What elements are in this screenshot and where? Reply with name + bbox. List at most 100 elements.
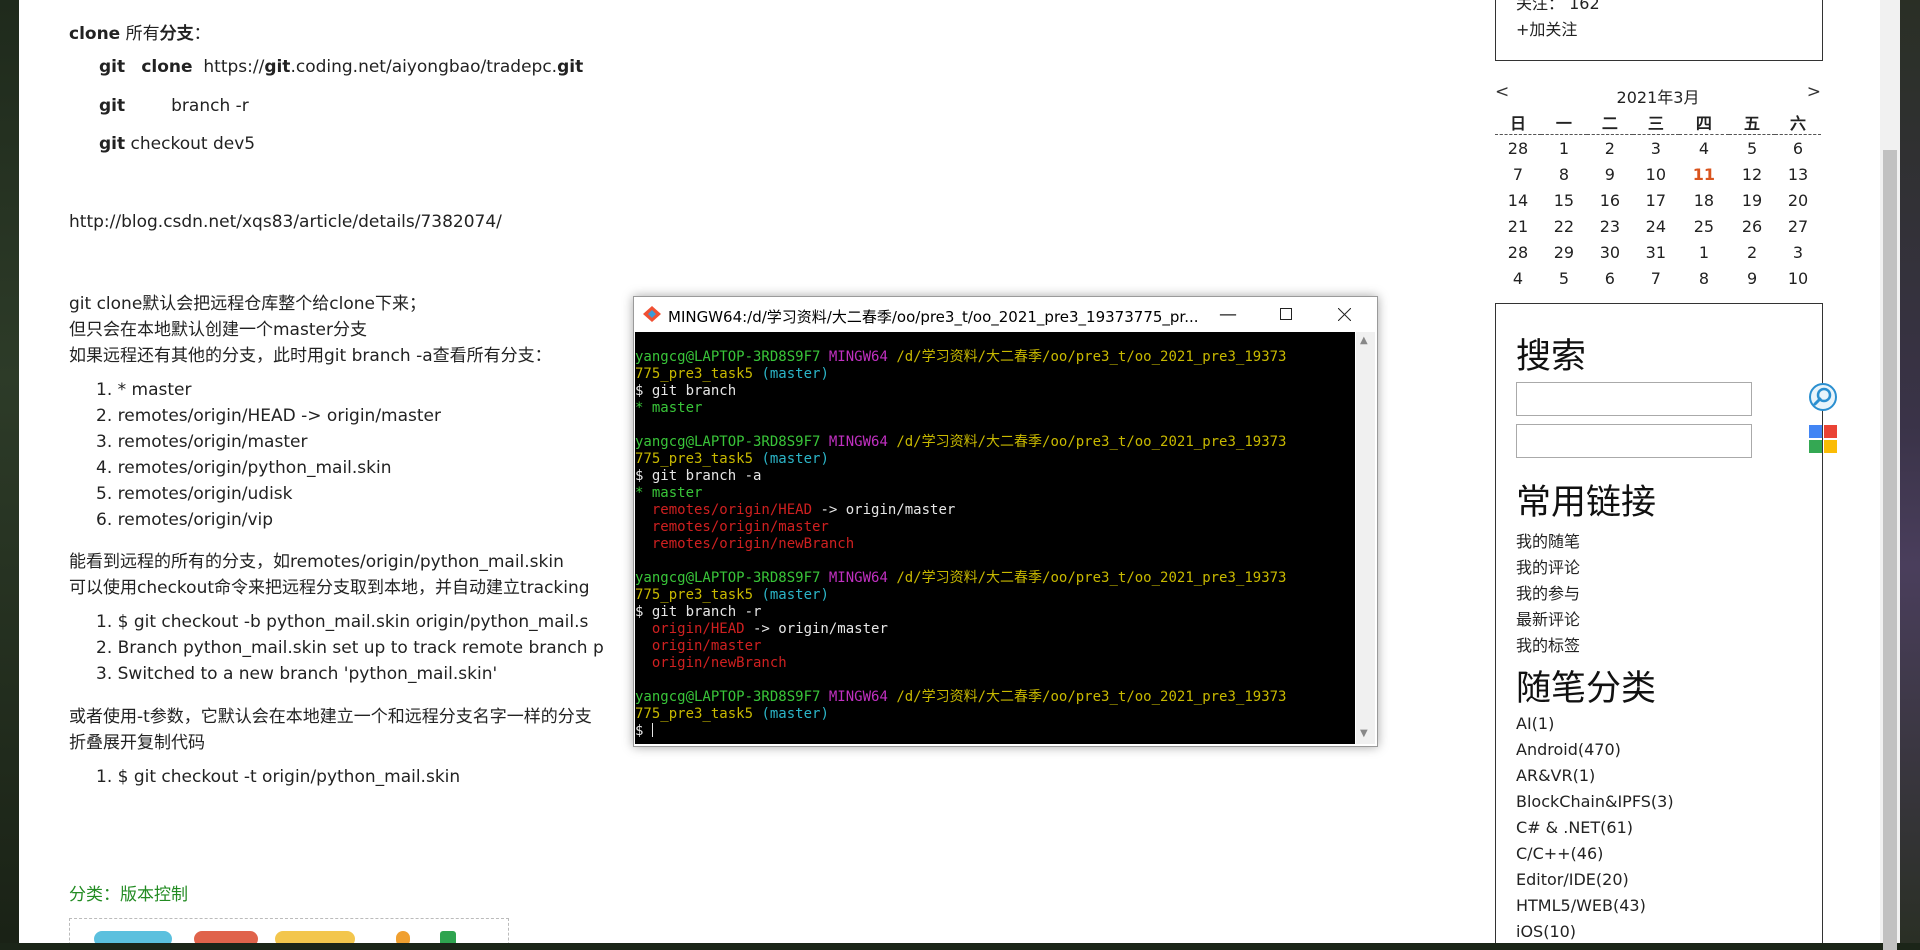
calendar-day[interactable]: 14 bbox=[1495, 187, 1541, 213]
calendar-day[interactable]: 21 bbox=[1495, 213, 1541, 239]
calendar-day[interactable]: 9 bbox=[1587, 161, 1633, 187]
calendar-day[interactable]: 11 bbox=[1679, 161, 1729, 187]
cmd-keyword: git bbox=[99, 96, 126, 116]
category-item[interactable]: C/C++(46) bbox=[1516, 844, 1603, 863]
prompt-branch: (master) bbox=[761, 587, 829, 603]
category-item[interactable]: AR&VR(1) bbox=[1516, 766, 1595, 785]
blog-page: clone 所有分支： git clone https://git.coding… bbox=[19, 0, 1880, 943]
cmd-url-part: .coding.net/aiyongbao/tradepc. bbox=[290, 57, 558, 77]
calendar-day[interactable]: 3 bbox=[1633, 135, 1679, 162]
google-search-input[interactable] bbox=[1516, 424, 1752, 458]
calendar-day[interactable]: 20 bbox=[1775, 187, 1821, 213]
terminal-scrollbar[interactable]: ▲ ▼ bbox=[1356, 332, 1375, 744]
category-item[interactable]: AI(1) bbox=[1516, 714, 1554, 733]
calendar-day[interactable]: 2 bbox=[1729, 239, 1775, 265]
calendar-day[interactable]: 8 bbox=[1679, 265, 1729, 291]
calendar-weekdays: 日一二三四五六 bbox=[1495, 110, 1821, 135]
calendar-day[interactable]: 7 bbox=[1633, 265, 1679, 291]
calendar-day[interactable]: 6 bbox=[1587, 265, 1633, 291]
link-latest-comments[interactable]: 最新评论 bbox=[1516, 606, 1580, 630]
prompt-line: yangcg@LAPTOP-3RD8S9F7 MINGW64 /d/学习资料/大… bbox=[635, 689, 1286, 706]
calendar-day[interactable]: 1 bbox=[1679, 239, 1729, 265]
calendar-day[interactable]: 10 bbox=[1633, 161, 1679, 187]
calendar-day[interactable]: 31 bbox=[1633, 239, 1679, 265]
calendar-day[interactable]: 28 bbox=[1495, 135, 1541, 162]
share-button[interactable] bbox=[194, 931, 258, 943]
share-icon[interactable] bbox=[396, 931, 410, 943]
browser-scrollbar[interactable] bbox=[1880, 0, 1900, 950]
minimize-button[interactable]: — bbox=[1199, 297, 1257, 331]
calendar-day[interactable]: 17 bbox=[1633, 187, 1679, 213]
calendar-day[interactable]: 15 bbox=[1541, 187, 1587, 213]
cmd-git-clone: git clone https://git.coding.net/aiyongb… bbox=[99, 57, 583, 77]
category-item[interactable]: Editor/IDE(20) bbox=[1516, 870, 1629, 889]
list-item: 6. remotes/origin/vip bbox=[96, 510, 274, 530]
prompt-line-cont: 775_pre3_task5 (master) bbox=[635, 587, 829, 604]
search-input[interactable] bbox=[1516, 382, 1752, 416]
share-buttons-box bbox=[69, 918, 509, 943]
remote-branch: remotes/origin/HEAD bbox=[651, 502, 813, 518]
maximize-button[interactable] bbox=[1257, 297, 1315, 331]
calendar-day[interactable]: 28 bbox=[1495, 239, 1541, 265]
terminal-screen[interactable]: yangcg@LAPTOP-3RD8S9F7 MINGW64 /d/学习资料/大… bbox=[635, 332, 1355, 744]
calendar-day[interactable]: 23 bbox=[1587, 213, 1633, 239]
prompt-path: 775_pre3_task5 bbox=[635, 451, 754, 467]
calendar-day[interactable]: 3 bbox=[1775, 239, 1821, 265]
category-link[interactable]: 版本控制 bbox=[120, 885, 188, 905]
share-button[interactable] bbox=[94, 931, 172, 943]
close-button[interactable] bbox=[1315, 297, 1373, 331]
category-item[interactable]: HTML5/WEB(43) bbox=[1516, 896, 1646, 915]
category-item[interactable]: Android(470) bbox=[1516, 740, 1621, 759]
input-line[interactable]: $ bbox=[635, 723, 653, 740]
scroll-up-icon[interactable]: ▲ bbox=[1360, 335, 1368, 346]
code-expand-toggle[interactable]: 折叠展开复制代码 bbox=[69, 728, 205, 753]
calendar-day[interactable]: 26 bbox=[1729, 213, 1775, 239]
search-icon[interactable] bbox=[1808, 382, 1838, 412]
wechat-icon[interactable] bbox=[440, 931, 456, 943]
output-line: origin/newBranch bbox=[635, 655, 787, 672]
calendar-day[interactable]: 24 bbox=[1633, 213, 1679, 239]
category-item[interactable]: C# & .NET(61) bbox=[1516, 818, 1633, 837]
calendar-day[interactable]: 27 bbox=[1775, 213, 1821, 239]
calendar-day[interactable]: 10 bbox=[1775, 265, 1821, 291]
browser-scrollbar-thumb[interactable] bbox=[1883, 150, 1897, 950]
calendar-day[interactable]: 7 bbox=[1495, 161, 1541, 187]
google-search-icon[interactable] bbox=[1808, 424, 1838, 454]
clone-heading-text: 所有 bbox=[120, 24, 160, 44]
calendar-day[interactable]: 1 bbox=[1541, 135, 1587, 162]
calendar-day[interactable]: 8 bbox=[1541, 161, 1587, 187]
link-my-participation[interactable]: 我的参与 bbox=[1516, 580, 1580, 604]
cmd-keyword: git bbox=[99, 57, 126, 77]
calendar-weekday: 日 bbox=[1495, 110, 1541, 135]
calendar-day[interactable]: 22 bbox=[1541, 213, 1587, 239]
calendar-day[interactable]: 2 bbox=[1587, 135, 1633, 162]
calendar-day[interactable]: 5 bbox=[1729, 135, 1775, 162]
category-item[interactable]: BlockChain&IPFS(3) bbox=[1516, 792, 1674, 811]
category-item[interactable]: iOS(10) bbox=[1516, 922, 1576, 941]
calendar-day[interactable]: 16 bbox=[1587, 187, 1633, 213]
calendar-day[interactable]: 30 bbox=[1587, 239, 1633, 265]
calendar-day[interactable]: 12 bbox=[1729, 161, 1775, 187]
reference-link[interactable]: http://blog.csdn.net/xqs83/article/detai… bbox=[69, 212, 502, 232]
calendar-day[interactable]: 18 bbox=[1679, 187, 1729, 213]
calendar-day[interactable]: 29 bbox=[1541, 239, 1587, 265]
terminal-titlebar[interactable]: MINGW64:/d/学习资料/大二春季/oo/pre3_t/oo_2021_p… bbox=[634, 297, 1377, 331]
prompt-line: yangcg@LAPTOP-3RD8S9F7 MINGW64 /d/学习资料/大… bbox=[635, 434, 1286, 451]
calendar-next-button[interactable]: > bbox=[1807, 82, 1821, 102]
calendar-day[interactable]: 6 bbox=[1775, 135, 1821, 162]
close-icon bbox=[1337, 307, 1351, 321]
link-my-posts[interactable]: 我的随笔 bbox=[1516, 528, 1580, 552]
follow-button[interactable]: +加关注 bbox=[1516, 16, 1577, 40]
calendar-day[interactable]: 4 bbox=[1495, 265, 1541, 291]
share-button[interactable] bbox=[275, 931, 355, 943]
calendar-day[interactable]: 9 bbox=[1729, 265, 1775, 291]
link-my-comments[interactable]: 我的评论 bbox=[1516, 554, 1580, 578]
calendar-day[interactable]: 13 bbox=[1775, 161, 1821, 187]
scroll-down-icon[interactable]: ▼ bbox=[1360, 728, 1368, 739]
calendar-day[interactable]: 5 bbox=[1541, 265, 1587, 291]
link-my-tags[interactable]: 我的标签 bbox=[1516, 632, 1580, 656]
mingw64-terminal-window[interactable]: MINGW64:/d/学习资料/大二春季/oo/pre3_t/oo_2021_p… bbox=[633, 296, 1378, 747]
calendar-day[interactable]: 25 bbox=[1679, 213, 1729, 239]
calendar-day[interactable]: 4 bbox=[1679, 135, 1729, 162]
calendar-day[interactable]: 19 bbox=[1729, 187, 1775, 213]
